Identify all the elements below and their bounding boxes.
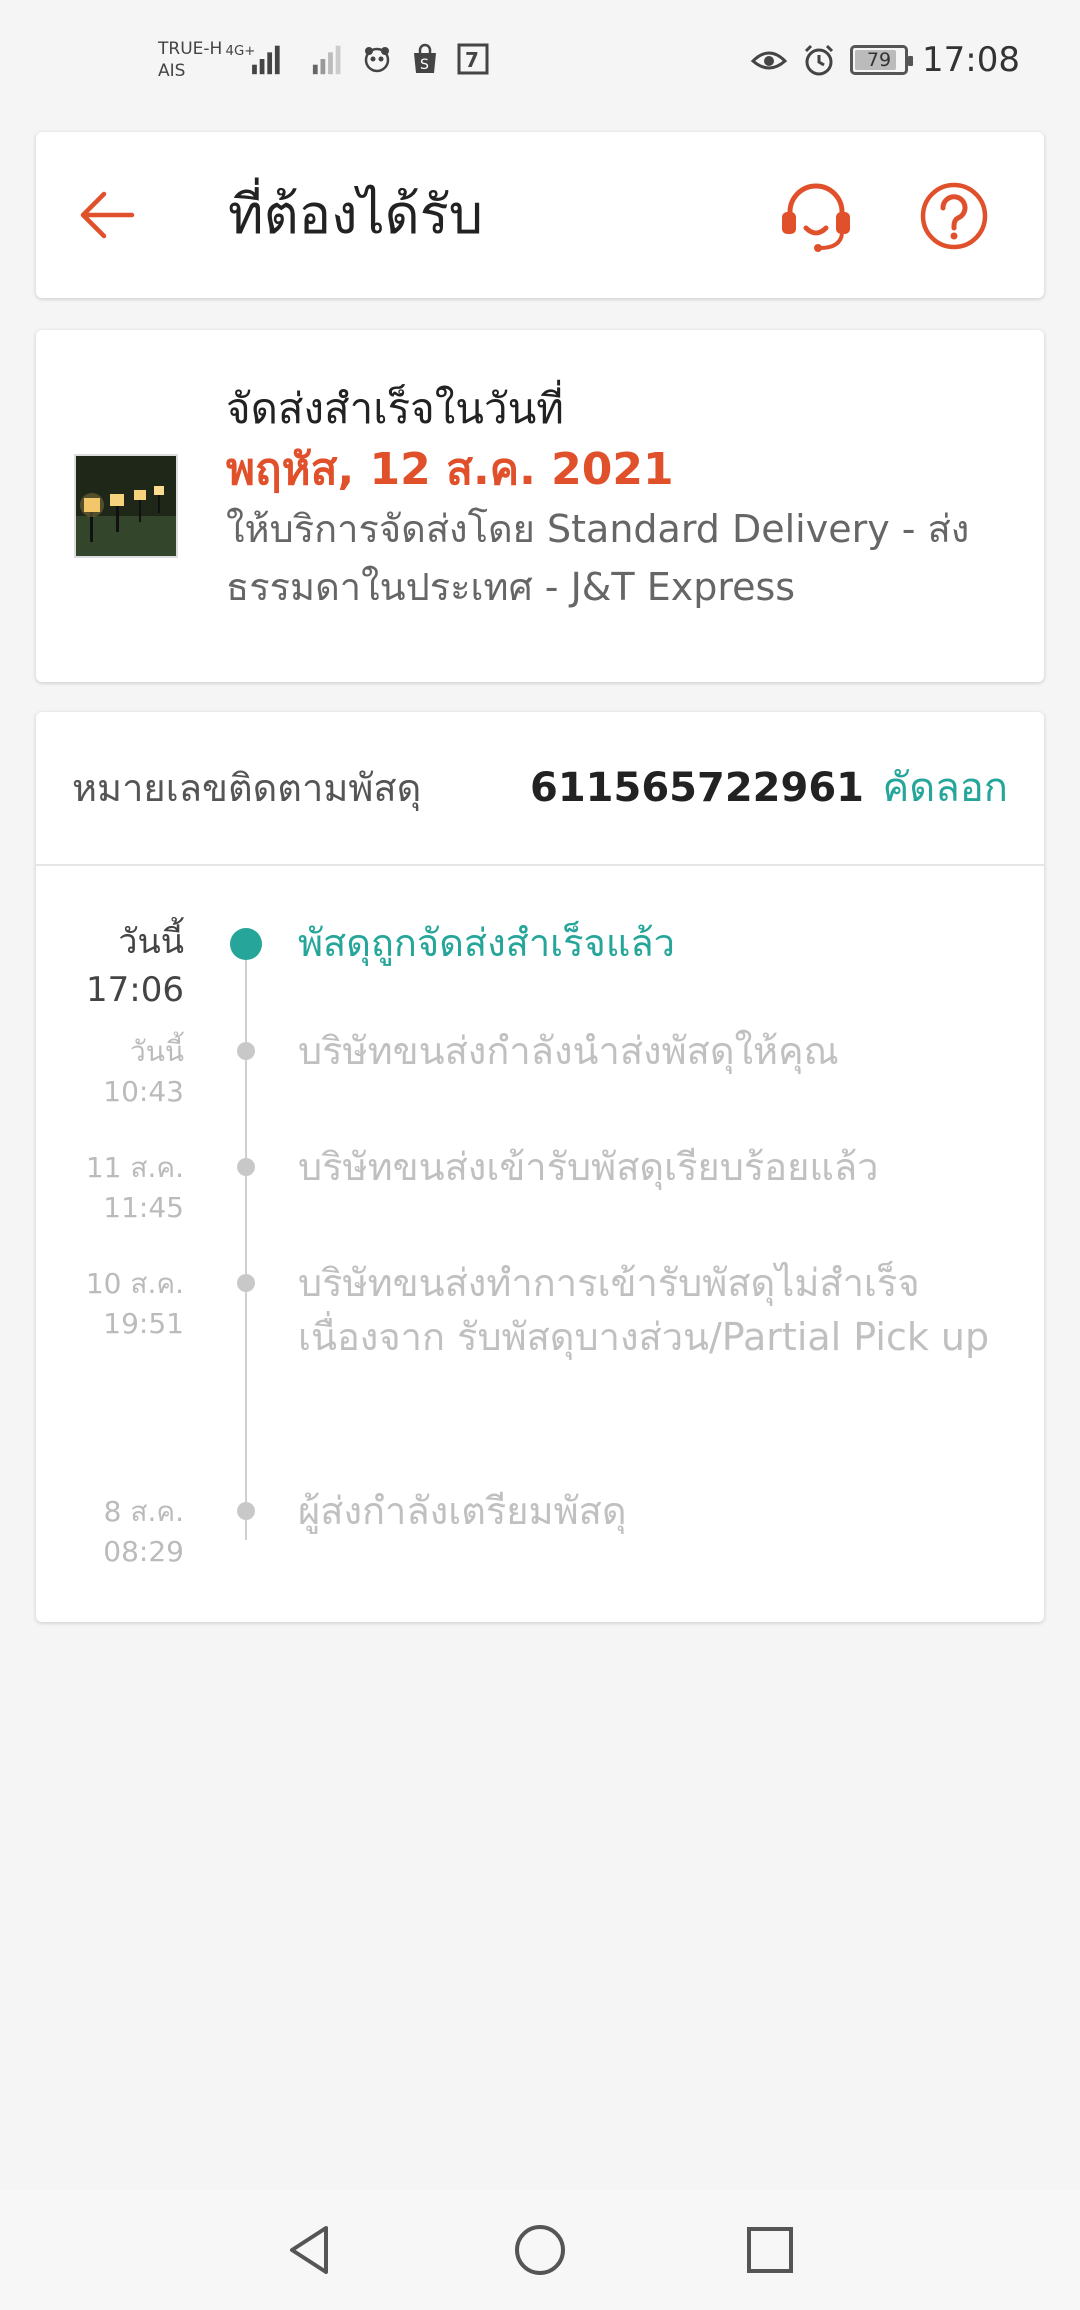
help-button[interactable] — [918, 180, 990, 252]
tracking-number-row: หมายเลขติดตามพัสดุ 611565722961 คัดลอก — [36, 712, 1044, 866]
timeline-date-time: 11 ส.ค. 11:45 — [36, 1148, 184, 1228]
nav-home-icon[interactable] — [510, 2220, 570, 2280]
timeline-date: 11 ส.ค. — [85, 1151, 184, 1184]
delivery-status-card: จัดส่งสำเร็จในวันที่ พฤหัส, 12 ส.ค. 2021… — [36, 330, 1044, 682]
carrier-names: TRUE-H AIS — [158, 38, 222, 82]
battery-icon: 79 — [850, 45, 914, 75]
timeline-date-time: 8 ส.ค. 08:29 — [36, 1492, 184, 1572]
timeline-date: 8 ส.ค. — [103, 1495, 184, 1528]
arrow-left-icon — [80, 191, 135, 239]
question-circle-icon — [920, 182, 988, 250]
navigation-bar — [0, 2190, 1080, 2310]
timeline-date-time: วันนี้ 17:06 — [36, 918, 184, 1014]
svg-text:S: S — [420, 57, 429, 73]
network-type: 4G+ — [226, 44, 256, 59]
timeline-time: 17:06 — [86, 970, 184, 1010]
timeline-status: พัสดุถูกจัดส่งสำเร็จแล้ว — [298, 921, 675, 965]
back-button[interactable] — [72, 180, 142, 250]
signal-2-icon — [312, 45, 341, 75]
carrier-2: AIS — [158, 61, 186, 81]
shopping-bag-icon: S — [408, 42, 442, 76]
timeline-time: 10:43 — [103, 1075, 184, 1108]
timeline-time: 19:51 — [103, 1307, 184, 1340]
timeline-time: 11:45 — [103, 1191, 184, 1224]
delivery-description: ให้บริการจัดส่งโดย Standard Delivery - ส… — [226, 507, 970, 609]
product-thumbnail — [74, 454, 178, 558]
timeline-line — [245, 940, 247, 1540]
timeline-date: วันนี้ — [118, 922, 184, 962]
timeline-status: บริษัทขนส่งกำลังนำส่งพัสดุให้คุณ — [298, 1029, 839, 1073]
timeline-status: บริษัทขนส่งเข้ารับพัสดุเรียบร้อยแล้ว — [298, 1145, 879, 1189]
clock: 17:08 — [922, 40, 1020, 80]
timeline-date-time: 10 ส.ค. 19:51 — [36, 1264, 184, 1344]
delivery-date: พฤหัส, 12 ส.ค. 2021 — [226, 444, 674, 495]
headset-icon — [782, 183, 850, 252]
customer-support-button[interactable] — [776, 178, 856, 256]
delivery-title: จัดส่งสำเร็จในวันที่ — [226, 384, 564, 433]
timeline-date: วันนี้ — [129, 1035, 184, 1068]
timeline-time: 08:29 — [103, 1535, 184, 1568]
tracking-number-label: หมายเลขติดตามพัสดุ — [72, 766, 422, 810]
timeline-date-time: วันนี้ 10:43 — [36, 1032, 184, 1112]
svg-text:7: 7 — [465, 48, 479, 72]
store-icon: 7 — [456, 42, 490, 76]
eye-comfort-icon — [750, 51, 788, 70]
signal-icon: 4G+ — [226, 44, 280, 75]
carrier-1: TRUE-H — [158, 39, 223, 59]
status-bar: TRUE-H AIS 4G+ S 7 79 17:08 — [0, 0, 1080, 126]
tracking-number: 611565722961 — [530, 765, 864, 811]
timeline-status: บริษัทขนส่งทำการเข้ารับพัสดุไม่สำเร็จ เน… — [298, 1261, 990, 1359]
notification-icons: S 7 — [360, 42, 490, 76]
status-right: 79 17:08 — [750, 40, 1020, 80]
timeline-dot — [237, 1042, 255, 1060]
timeline-dot — [237, 1274, 255, 1292]
garden-lights-image — [76, 456, 176, 556]
app-header: ที่ต้องได้รับ — [36, 132, 1044, 298]
alarm-icon — [804, 44, 834, 76]
nav-recents-icon[interactable] — [740, 2220, 800, 2280]
tracking-card: หมายเลขติดตามพัสดุ 611565722961 คัดลอก ว… — [36, 712, 1044, 1622]
battery-level: 79 — [866, 49, 892, 71]
copy-button[interactable]: คัดลอก — [883, 758, 1009, 818]
timeline-dot-active — [230, 928, 262, 960]
timeline-status: ผู้ส่งกำลังเตรียมพัสดุ — [298, 1489, 627, 1533]
panda-icon — [360, 42, 394, 76]
page-title: ที่ต้องได้รับ — [228, 183, 483, 246]
timeline-dot — [237, 1502, 255, 1520]
timeline-dot — [237, 1158, 255, 1176]
nav-back-icon[interactable] — [280, 2220, 340, 2280]
timeline-date: 10 ส.ค. — [85, 1267, 184, 1300]
